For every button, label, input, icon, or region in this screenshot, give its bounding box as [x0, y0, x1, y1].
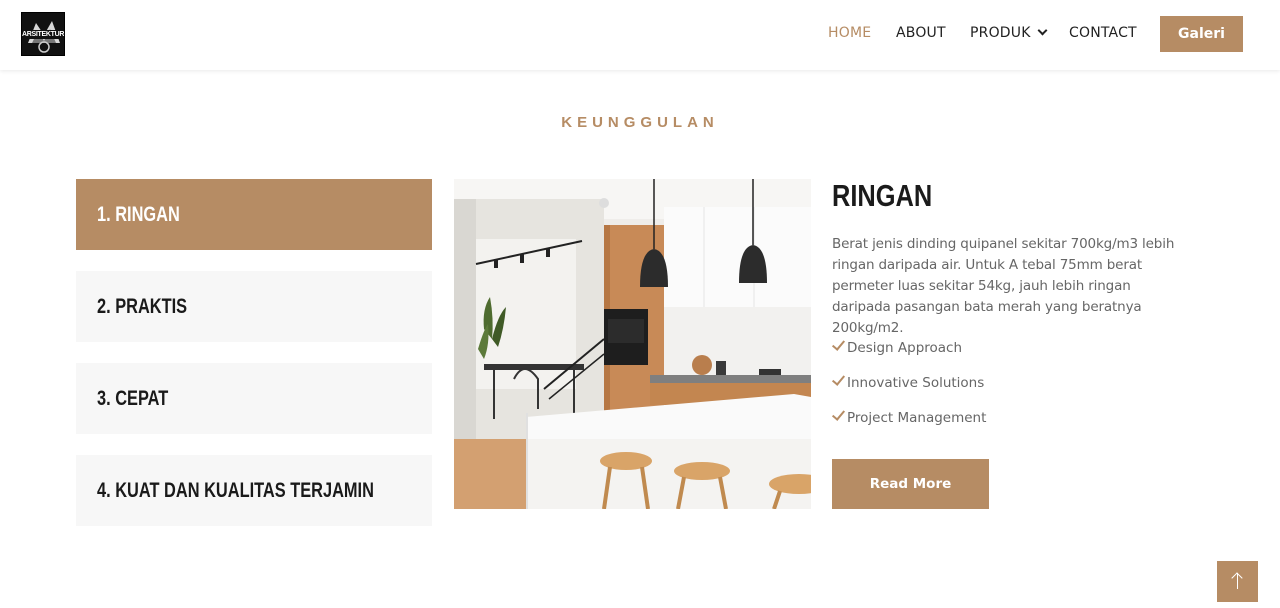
tab-ringan[interactable]: 1. RINGAN — [76, 179, 432, 250]
nav-contact[interactable]: CONTACT — [1069, 25, 1137, 41]
tab-cepat[interactable]: 3. CEPAT — [76, 363, 432, 434]
nav-about[interactable]: ABOUT — [896, 25, 946, 41]
kitchen-illustration — [454, 179, 811, 509]
feature-label: Innovative Solutions — [847, 375, 985, 391]
tab-praktis[interactable]: 2. PRAKTIS — [76, 271, 432, 342]
tab-label: 4. KUAT DAN KUALITAS TERJAMIN — [97, 478, 374, 502]
feature-label: Project Management — [847, 410, 987, 426]
feature-item: Project Management — [831, 407, 987, 426]
chevron-down-icon — [1037, 25, 1048, 36]
kitchen-photo — [454, 179, 811, 509]
check-icon — [831, 372, 846, 386]
tab-kuat-dan-kualitas[interactable]: 4. KUAT DAN KUALITAS TERJAMIN — [76, 455, 432, 526]
navbar: ARSITEKTUR HOME ABOUT PRODUK CONTACT Gal… — [0, 0, 1280, 70]
nav-produk[interactable]: PRODUK — [970, 25, 1048, 41]
read-more-button[interactable]: Read More — [832, 459, 989, 509]
check-icon — [831, 337, 846, 351]
tab-label: 2. PRAKTIS — [97, 294, 188, 318]
check-icon — [831, 407, 846, 421]
tab-label: 3. CEPAT — [97, 386, 169, 410]
feature-label: Design Approach — [847, 340, 963, 356]
nav-produk-label: PRODUK — [970, 25, 1031, 41]
nav-home[interactable]: HOME — [828, 25, 871, 41]
main-nav: HOME ABOUT PRODUK CONTACT — [0, 0, 1280, 68]
tab-label: 1. RINGAN — [97, 202, 180, 226]
galeri-button[interactable]: Galeri — [1160, 16, 1243, 52]
feature-item: Innovative Solutions — [831, 372, 985, 391]
feature-item: Design Approach — [831, 337, 963, 356]
section-title: KEUNGGULAN — [561, 114, 719, 131]
back-to-top-button[interactable] — [1217, 561, 1258, 602]
content-title: RINGAN — [832, 178, 933, 213]
content-description: Berat jenis dinding quipanel sekitar 700… — [832, 236, 1175, 336]
